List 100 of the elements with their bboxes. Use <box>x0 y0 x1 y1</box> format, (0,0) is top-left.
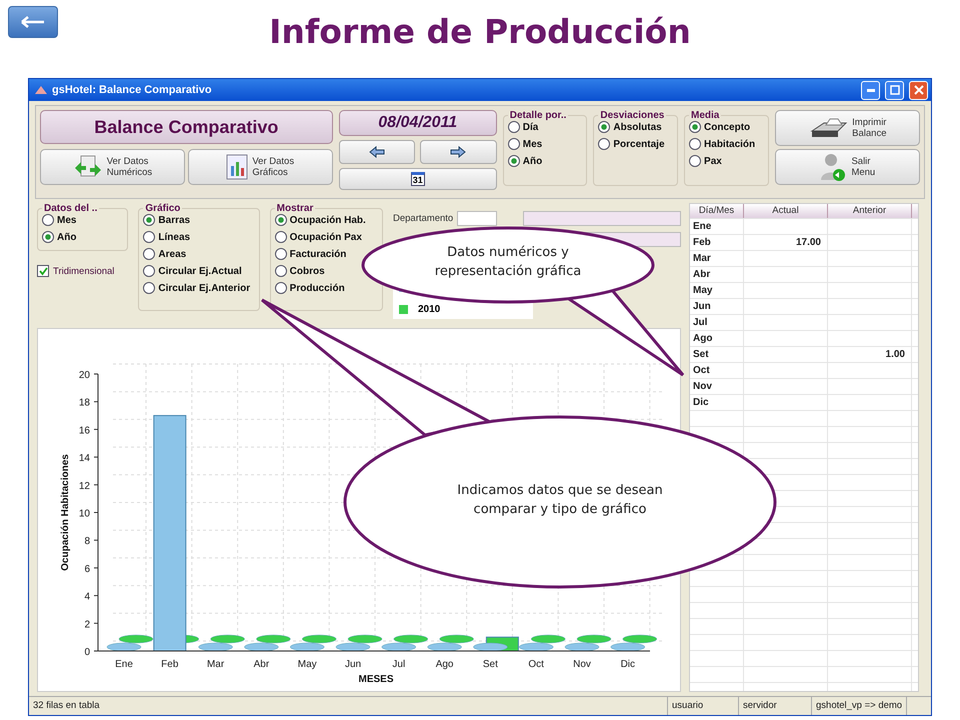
table-cell: Oct <box>690 363 744 378</box>
right-arrow-icon <box>450 146 466 158</box>
radio-option[interactable]: Líneas <box>143 231 190 243</box>
person-exit-icon <box>819 152 848 182</box>
minimize-icon <box>866 88 874 92</box>
table-cell: Set <box>690 347 744 362</box>
previous-button[interactable] <box>338 140 416 164</box>
radio-option[interactable]: Día <box>508 121 538 133</box>
table-cell: Dic <box>690 395 744 410</box>
radio-option[interactable]: Ocupación Hab. <box>274 214 366 226</box>
radio-button[interactable] <box>143 214 156 226</box>
department-code-field[interactable] <box>457 211 497 226</box>
radio-option[interactable]: Año <box>42 231 76 243</box>
x-tick-label: Feb <box>161 659 178 670</box>
back-button[interactable] <box>8 6 58 38</box>
radio-option[interactable]: Mes <box>508 138 542 150</box>
calendar-button[interactable]: 31 <box>338 168 497 190</box>
radio-button[interactable] <box>274 214 287 226</box>
radio-option[interactable]: Cobros <box>274 265 325 277</box>
radio-button[interactable] <box>143 265 156 277</box>
table-cell: 17.00 <box>744 235 828 250</box>
radio-button[interactable] <box>143 231 156 243</box>
y-tick-label: 16 <box>78 425 90 436</box>
x-tick-label: Jun <box>344 659 362 670</box>
action-button[interactable]: Salir Menu <box>774 149 920 185</box>
y-tick-label: 8 <box>84 536 90 548</box>
radio-button[interactable] <box>143 248 156 260</box>
next-button[interactable] <box>420 140 497 164</box>
radio-button[interactable] <box>143 282 156 294</box>
department-name-field[interactable] <box>523 211 681 226</box>
x-axis-title: MESES <box>358 674 394 685</box>
radio-button[interactable] <box>689 121 702 133</box>
radio-option[interactable]: Año <box>508 155 542 167</box>
report-title: Balance Comparativo <box>40 110 333 144</box>
left-arrow-icon <box>368 146 385 158</box>
radio-option[interactable]: Mes <box>42 214 76 226</box>
radio-button[interactable] <box>274 231 287 243</box>
radio-button[interactable] <box>42 214 54 226</box>
callout-text: Indicamos datos que se desean comparar y tipo de gráfico <box>456 482 664 519</box>
group-title: Desviaciones <box>599 110 666 121</box>
x-tick-label: Nov <box>573 659 591 670</box>
status-text: usuario <box>668 697 739 715</box>
table-cell: Feb <box>690 235 744 250</box>
x-tick-label: Set <box>482 659 498 670</box>
x-tick-label: Ene <box>115 659 133 670</box>
radio-option[interactable]: Circular Ej.Actual <box>143 265 242 277</box>
app-icon <box>35 86 47 94</box>
table-cell: Ago <box>690 331 744 346</box>
radio-option[interactable]: Barras <box>143 214 190 226</box>
radio-button[interactable] <box>598 121 610 133</box>
left-arrow-icon <box>20 15 46 29</box>
group-title: Detalle por.. <box>508 110 568 121</box>
radio-option[interactable]: Producción <box>274 282 345 294</box>
radio-option[interactable]: Pax <box>689 155 722 167</box>
slide-title: Informe de Producción <box>268 11 692 51</box>
date-display: 08/04/2011 <box>338 110 497 136</box>
column-header[interactable]: Actual <box>744 204 828 218</box>
radio-option[interactable]: Areas <box>143 248 186 260</box>
legend-label: 2010 <box>418 304 440 314</box>
radio-button[interactable] <box>274 282 287 294</box>
radio-button[interactable] <box>274 265 287 277</box>
y-tick-label: 6 <box>84 564 90 575</box>
radio-button[interactable] <box>598 138 610 150</box>
action-button[interactable]: Imprimir Balance <box>774 110 920 146</box>
radio-button[interactable] <box>689 155 702 167</box>
group-title: Gráfico <box>144 203 182 214</box>
checkbox-option[interactable]: Tridimensional <box>37 265 128 277</box>
radio-button[interactable] <box>42 231 54 243</box>
minimize-button[interactable] <box>861 80 880 100</box>
callout-text: Datos numéricos y representación gráfica <box>434 244 582 281</box>
close-button[interactable] <box>909 80 928 100</box>
column-header[interactable]: Día/Mes <box>690 204 744 218</box>
radio-option[interactable]: Habitación <box>689 138 756 150</box>
window-title: gsHotel: Balance Comparativo <box>52 84 212 96</box>
x-tick-label: May <box>298 659 317 670</box>
y-tick-label: 10 <box>78 508 90 520</box>
radio-option[interactable]: Absolutas <box>598 121 662 133</box>
printer-icon <box>808 117 848 139</box>
table-cell: Ene <box>690 219 744 234</box>
view-button[interactable]: Ver Datos Gráficos <box>188 149 333 185</box>
check-icon <box>38 266 48 276</box>
radio-option[interactable]: Concepto <box>689 121 750 133</box>
radio-button[interactable] <box>508 138 520 150</box>
radio-button[interactable] <box>508 155 520 167</box>
radio-option[interactable]: Facturación <box>274 248 346 260</box>
y-tick-label: 4 <box>84 592 90 603</box>
group-title: Mostrar <box>276 203 314 214</box>
radio-button[interactable] <box>689 138 702 150</box>
radio-button[interactable] <box>274 248 287 260</box>
bar-chart-icon <box>226 154 248 180</box>
view-button[interactable]: Ver Datos Numéricos <box>40 149 185 185</box>
checkbox[interactable] <box>37 265 49 277</box>
radio-option[interactable]: Circular Ej.Anterior <box>143 282 250 294</box>
maximize-button[interactable] <box>885 80 904 100</box>
radio-button[interactable] <box>508 121 520 133</box>
column-header[interactable]: Anterior <box>828 204 912 218</box>
radio-option[interactable]: Ocupación Pax <box>274 231 362 243</box>
radio-option[interactable]: Porcentaje <box>598 138 665 150</box>
maximize-icon <box>890 85 900 95</box>
x-tick-label: Jul <box>392 659 406 670</box>
